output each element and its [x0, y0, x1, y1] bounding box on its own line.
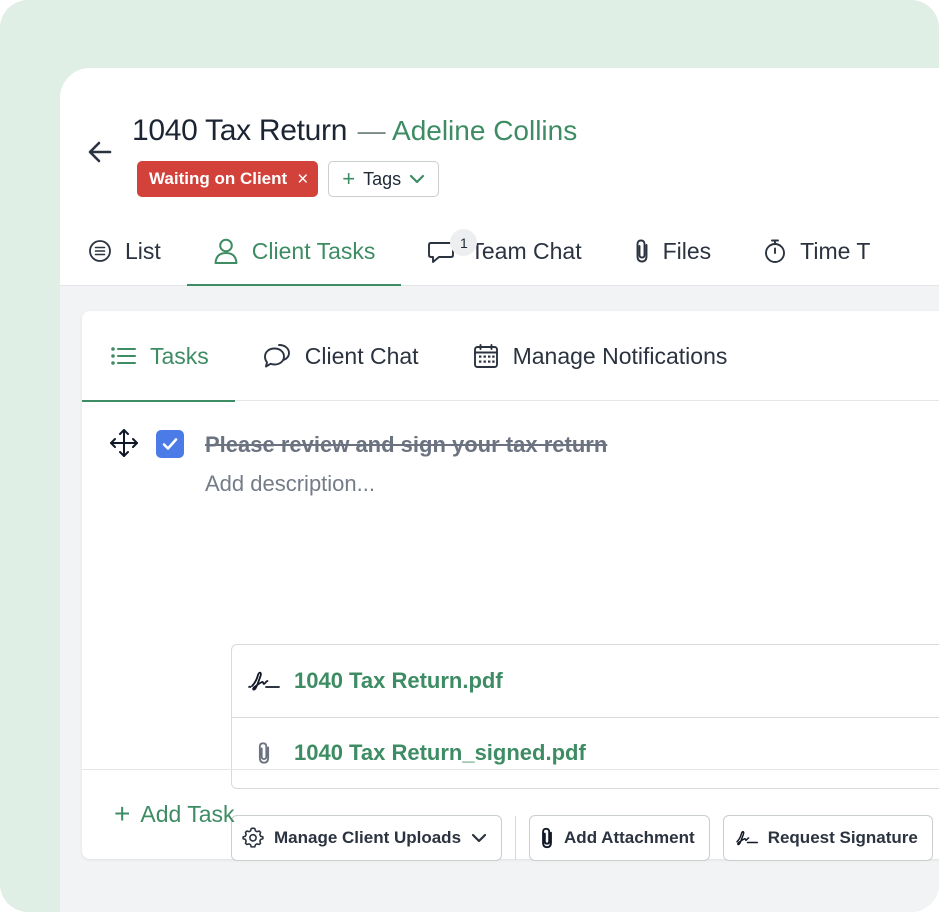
page-header: 1040 Tax Return — Adeline Collins Waitin… [60, 68, 939, 286]
tab-files[interactable]: Files [608, 216, 738, 286]
plus-icon: + [342, 166, 356, 191]
tab-client-tasks-label: Client Tasks [251, 237, 376, 264]
paperclip-icon [248, 741, 280, 765]
tab-time-tracking-label: Time T [800, 237, 871, 264]
inner-tab-bar: Tasks Client Chat Manage Notifications [82, 311, 939, 402]
back-arrow-icon[interactable] [86, 138, 114, 166]
tab-client-tasks[interactable]: Client Tasks [186, 216, 402, 286]
tab-manage-notifications-label: Manage Notifications [512, 342, 728, 369]
tab-files-label: Files [662, 237, 712, 264]
calendar-icon [473, 344, 498, 368]
paperclip-icon [636, 239, 648, 263]
list-icon [111, 347, 136, 365]
title-separator: — [357, 115, 386, 146]
add-task-label: Add Task [140, 800, 235, 827]
task-title[interactable]: Please review and sign your tax return [205, 432, 607, 458]
remove-status-icon[interactable]: × [297, 170, 308, 189]
tab-client-chat[interactable]: Client Chat [235, 311, 445, 401]
tab-list-label: List [125, 237, 161, 264]
tab-team-chat-label: Team Chat [470, 237, 582, 264]
tab-list[interactable]: List [88, 216, 187, 286]
header-chips: Waiting on Client × + Tags [137, 161, 440, 197]
main-panel: 1040 Tax Return — Adeline Collins Waitin… [60, 68, 939, 912]
task-complete-checkbox[interactable] [156, 430, 184, 458]
checkmark-icon [162, 438, 178, 450]
client-name-link[interactable]: Adeline Collins [392, 115, 577, 146]
status-badge[interactable]: Waiting on Client × [137, 161, 319, 197]
stopwatch-icon [765, 239, 786, 263]
chevron-down-icon [410, 174, 425, 184]
list-circle-icon [89, 240, 111, 262]
move-handle-icon[interactable] [108, 427, 140, 459]
user-icon [214, 238, 238, 264]
tags-button-label: Tags [363, 168, 402, 189]
tab-tasks-label: Tasks [150, 342, 209, 369]
task-files-list: 1040 Tax Return.pdf 1040 Tax Return_sign… [231, 644, 939, 789]
page-title: 1040 Tax Return [132, 114, 348, 147]
add-task-button[interactable]: + Add Task [114, 800, 235, 828]
chat-bubbles-icon [263, 344, 290, 368]
tab-team-chat[interactable]: 1 Team Chat [401, 216, 607, 286]
tab-time-tracking[interactable]: Time T [737, 216, 896, 286]
tab-manage-notifications[interactable]: Manage Notifications [445, 311, 754, 401]
tab-client-chat-label: Client Chat [304, 342, 419, 369]
tags-button[interactable]: + Tags [328, 161, 440, 197]
app-frame: 1040 Tax Return — Adeline Collins Waitin… [0, 0, 939, 912]
plus-icon: + [114, 798, 131, 829]
file-name: 1040 Tax Return_signed.pdf [294, 740, 586, 765]
title-row: 1040 Tax Return — Adeline Collins [132, 114, 577, 148]
status-badge-label: Waiting on Client [149, 169, 288, 188]
signature-icon [248, 669, 280, 693]
top-tab-bar: List Client Tasks 1 Team Chat Files Time… [88, 216, 896, 286]
file-name: 1040 Tax Return.pdf [294, 668, 503, 693]
add-task-footer: + Add Task [82, 769, 939, 859]
task-description-input[interactable]: Add description... [205, 471, 375, 497]
tab-tasks[interactable]: Tasks [82, 311, 235, 402]
file-row[interactable]: 1040 Tax Return.pdf [232, 645, 939, 717]
tasks-card: Tasks Client Chat Manage Notifications P… [82, 311, 939, 861]
